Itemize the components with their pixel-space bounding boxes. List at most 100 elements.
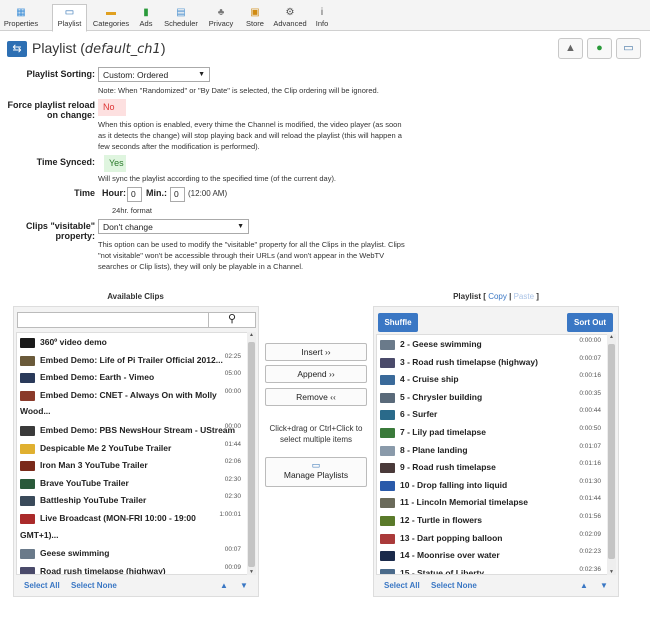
tab-properties[interactable]: ▦ Properties xyxy=(2,4,40,31)
min-input[interactable]: 0 xyxy=(170,187,185,202)
clip-title: Brave YouTube Trailer xyxy=(40,477,129,488)
list-item[interactable]: 360º video demo xyxy=(17,334,255,352)
playlist-scrollbar[interactable]: ▲ ▼ xyxy=(607,334,616,575)
clip-title: 5 - Chrysler building xyxy=(400,391,483,402)
playlist-item[interactable]: 10 - Drop falling into liquid 0:01:30 xyxy=(377,477,615,495)
available-select-none[interactable]: Select None xyxy=(71,581,117,590)
force-reload-toggle[interactable]: No xyxy=(98,99,126,116)
playlist-item[interactable]: 4 - Cruise ship 0:00:16 xyxy=(377,371,615,389)
playlist-item[interactable]: 2 - Geese swimming 0:00:00 xyxy=(377,336,615,354)
monitor-button[interactable]: ▭ xyxy=(616,38,641,59)
move-down-icon[interactable]: ▼ xyxy=(240,581,248,590)
move-down-icon[interactable]: ▼ xyxy=(600,581,608,590)
list-item[interactable]: Live Broadcast (MON-FRI 10:00 - 19:00 1:0… xyxy=(17,510,255,528)
tab-label: Playlist xyxy=(57,19,82,28)
tab-playlist[interactable]: ▭ Playlist xyxy=(52,4,87,32)
playlist-item[interactable]: 11 - Lincoln Memorial timelapse 0:01:44 xyxy=(377,494,615,512)
playlist-item[interactable]: 5 - Chrysler building 0:00:35 xyxy=(377,389,615,407)
list-item[interactable]: Embed Demo: PBS NewsHour Stream - UStrea… xyxy=(17,422,255,440)
scroll-thumb[interactable] xyxy=(608,344,615,559)
playlist-select-none[interactable]: Select None xyxy=(431,581,477,590)
tab-label: Store xyxy=(246,19,264,28)
playlist-clips-list[interactable]: 2 - Geese swimming 0:00:00 3 - Road rush t… xyxy=(376,334,616,575)
available-clips-list[interactable]: 360º video demo Embed Demo: Life of Pi Tr… xyxy=(16,332,256,575)
visitable-select[interactable]: Don't change ▼ xyxy=(98,219,249,234)
tab-scheduler[interactable]: ▤ Scheduler xyxy=(160,4,202,31)
playlist-item[interactable]: 7 - Lily pad timelapse 0:00:50 xyxy=(377,424,615,442)
clip-title: Iron Man 3 YouTube Trailer xyxy=(40,460,148,471)
tab-info[interactable]: i Info xyxy=(310,4,334,31)
playlist-item[interactable]: 8 - Plane landing 0:01:07 xyxy=(377,442,615,460)
list-item[interactable]: Despicable Me 2 YouTube Trailer 01:44 xyxy=(17,440,255,458)
clip-thumbnail xyxy=(380,463,395,474)
clip-thumbnail xyxy=(20,496,35,507)
search-button[interactable]: ⚲ xyxy=(208,312,256,328)
playlist-item[interactable]: 12 - Turtle in flowers 0:01:56 xyxy=(377,512,615,530)
clip-thumbnail xyxy=(380,357,395,368)
clip-duration: 02:06 xyxy=(224,458,241,466)
playlist-item[interactable]: 13 - Dart popping balloon 0:02:09 xyxy=(377,530,615,548)
list-item[interactable]: Iron Man 3 YouTube Trailer 02:06 xyxy=(17,457,255,475)
playlist-item[interactable]: 3 - Road rush timelapse (highway) 0:00:07 xyxy=(377,354,615,372)
clip-title: Road rush timelapse (highway) xyxy=(40,565,166,575)
tab-categories[interactable]: ▬ Categories xyxy=(88,4,134,31)
clip-title: 8 - Plane landing xyxy=(400,444,468,455)
tab-label: Scheduler xyxy=(164,19,198,28)
sorting-label: Playlist Sorting: xyxy=(26,69,95,79)
clip-start-time: 0:01:56 xyxy=(579,513,601,520)
scroll-thumb[interactable] xyxy=(248,342,255,567)
shuffle-button[interactable]: Shuffle xyxy=(378,313,418,332)
playlist-item[interactable]: 6 - Surfer 0:00:44 xyxy=(377,406,615,424)
clip-title: 15 - Statue of Liberty xyxy=(400,567,485,575)
play-button[interactable]: ● xyxy=(587,38,612,59)
list-item[interactable]: Embed Demo: Life of Pi Trailer Official … xyxy=(17,352,255,370)
multi-select-hint: Click+drag or Ctrl+Click to select multip… xyxy=(269,424,363,444)
sorting-select[interactable]: Custom: Ordered ▼ xyxy=(98,67,210,82)
playlist-item[interactable]: 14 - Moonrise over water 0:02:23 xyxy=(377,547,615,565)
tab-advanced[interactable]: ⚙ Advanced xyxy=(270,4,310,31)
playlist-icon: ▭ xyxy=(311,460,321,470)
list-item[interactable]: Geese swimming 00:07 xyxy=(17,545,255,563)
playlist-select-all[interactable]: Select All xyxy=(384,581,420,590)
time-synced-toggle[interactable]: Yes xyxy=(104,155,126,172)
list-item[interactable]: Brave YouTube Trailer 02:30 xyxy=(17,475,255,493)
available-scrollbar[interactable]: ▲ ▼ xyxy=(247,332,256,575)
playlist-item[interactable]: 15 - Statue of Liberty 0:02:36 xyxy=(377,565,615,575)
clip-thumbnail xyxy=(380,480,395,491)
upload-button[interactable]: ▲ xyxy=(558,38,583,59)
search-input[interactable] xyxy=(17,312,212,328)
clip-start-time: 0:00:50 xyxy=(579,425,601,432)
clip-start-time: 0:02:23 xyxy=(579,548,601,556)
scroll-up-icon: ▲ xyxy=(249,332,254,338)
tab-label: Properties xyxy=(3,19,39,28)
clip-title: 360º video demo xyxy=(40,337,107,347)
playlist-item[interactable]: 9 - Road rush timelapse 0:01:16 xyxy=(377,459,615,477)
clip-start-time: 0:00:44 xyxy=(579,407,601,415)
tab-privacy[interactable]: ♣ Privacy xyxy=(203,4,239,31)
tab-store[interactable]: ▣ Store xyxy=(240,4,270,31)
append-button[interactable]: Append ›› xyxy=(265,365,367,383)
list-item[interactable]: Battleship YouTube Trailer 02:30 xyxy=(17,492,255,510)
move-up-icon[interactable]: ▲ xyxy=(580,581,588,590)
paste-link[interactable]: Paste xyxy=(514,292,534,301)
sort-out-button[interactable]: Sort Out xyxy=(567,313,613,332)
clip-title-continued: Wood... xyxy=(20,406,51,417)
available-select-all[interactable]: Select All xyxy=(24,581,60,590)
insert-button[interactable]: Insert ›› xyxy=(265,343,367,361)
clip-title: Embed Demo: Earth - Vimeo xyxy=(40,372,155,383)
hour-input[interactable]: 0 xyxy=(127,187,142,202)
move-up-icon[interactable]: ▲ xyxy=(220,581,228,590)
tab-ads[interactable]: ▮ Ads xyxy=(134,4,158,31)
list-item[interactable]: Road rush timelapse (highway) 00:09 xyxy=(17,563,255,575)
list-item[interactable]: Embed Demo: CNET - Always On with Molly 0… xyxy=(17,387,255,405)
remove-button[interactable]: Remove ‹‹ xyxy=(265,388,367,406)
clip-start-time: 0:02:09 xyxy=(579,530,601,538)
list-item[interactable]: Embed Demo: Earth - Vimeo 05:00 xyxy=(17,369,255,387)
clip-title: 10 - Drop falling into liquid xyxy=(400,479,508,490)
clip-title: 12 - Turtle in flowers xyxy=(400,515,483,525)
clip-thumbnail xyxy=(20,338,35,348)
tab-label: Ads xyxy=(139,19,153,28)
copy-link[interactable]: Copy xyxy=(488,292,507,301)
manage-playlists-button[interactable]: ▭ Manage Playlists xyxy=(265,457,367,487)
time-label: Time xyxy=(74,188,95,198)
